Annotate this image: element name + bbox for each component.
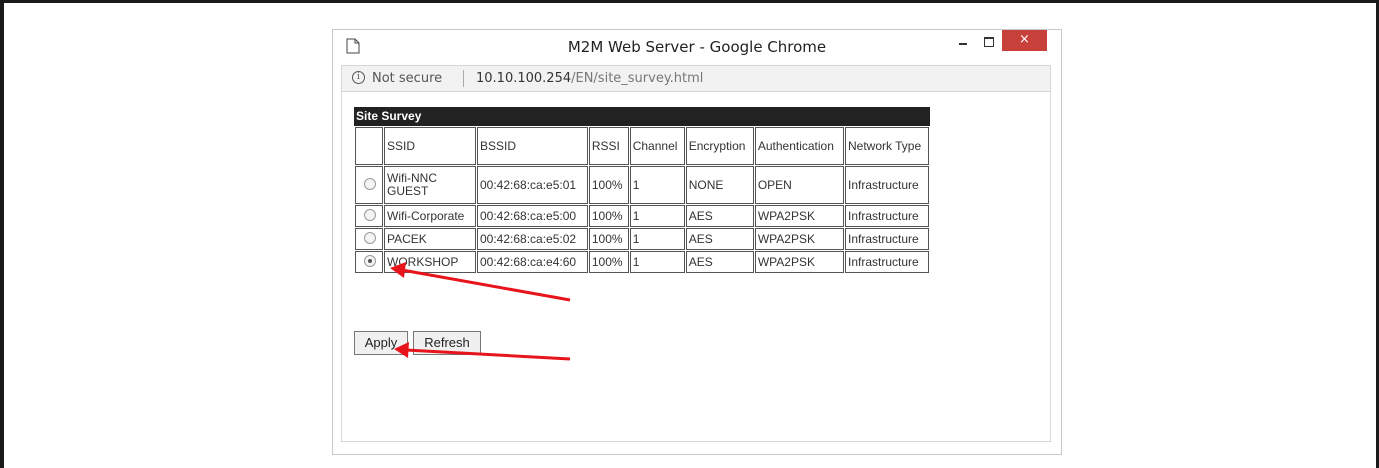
cell-encryption: NONE [685, 166, 754, 204]
cell-network-type: Infrastructure [845, 228, 929, 250]
browser-window: M2M Web Server - Google Chrome × i Not s… [332, 29, 1062, 455]
row-select[interactable] [355, 166, 383, 204]
column-header-network-type: Network Type [845, 127, 929, 165]
row-select[interactable] [355, 228, 383, 250]
column-header-channel: Channel [629, 127, 685, 165]
cell-bssid: 00:42:68:ca:e5:02 [477, 228, 588, 250]
cell-ssid: PACEK [384, 228, 476, 250]
cell-authentication: OPEN [754, 166, 844, 204]
address-bar[interactable]: i Not secure 10.10.100.254/EN/site_surve… [341, 65, 1051, 92]
column-header-authentication: Authentication [754, 127, 844, 165]
column-header-ssid: SSID [384, 127, 476, 165]
cell-network-type: Infrastructure [845, 205, 929, 227]
refresh-button[interactable]: Refresh [413, 331, 481, 355]
close-icon: × [1019, 32, 1030, 47]
row-select[interactable] [355, 251, 383, 273]
table-row[interactable]: Wifi-NNC GUEST 00:42:68:ca:e5:01 100% 1 … [355, 166, 929, 204]
cell-encryption: AES [685, 228, 754, 250]
cell-bssid: 00:42:68:ca:e5:01 [477, 166, 588, 204]
security-label[interactable]: Not secure [372, 71, 442, 86]
cell-rssi: 100% [588, 251, 629, 273]
minimize-icon [959, 43, 967, 45]
cell-bssid: 00:42:68:ca:e5:00 [477, 205, 588, 227]
row-select[interactable] [355, 205, 383, 227]
site-survey-table: SSID BSSID RSSI Channel Encryption Authe… [354, 126, 930, 274]
apply-button[interactable]: Apply [354, 331, 408, 355]
url-text[interactable]: 10.10.100.254/EN/site_survey.html [476, 71, 703, 86]
maximize-button[interactable] [975, 30, 1003, 52]
cell-bssid: 00:42:68:ca:e4:60 [477, 251, 588, 273]
cell-channel: 1 [629, 166, 685, 204]
cell-encryption: AES [685, 205, 754, 227]
network-radio[interactable] [364, 208, 376, 221]
info-icon[interactable]: i [352, 71, 365, 84]
table-row[interactable]: PACEK 00:42:68:ca:e5:02 100% 1 AES WPA2P… [355, 228, 929, 250]
cell-channel: 1 [629, 205, 685, 227]
cell-rssi: 100% [588, 166, 629, 204]
cell-rssi: 100% [588, 228, 629, 250]
network-radio[interactable] [364, 254, 376, 267]
cell-authentication: WPA2PSK [754, 205, 844, 227]
network-radio[interactable] [364, 177, 376, 190]
url-host: 10.10.100.254 [476, 71, 572, 86]
title-bar: M2M Web Server - Google Chrome × [333, 30, 1061, 64]
url-path: /EN/site_survey.html [571, 71, 704, 86]
site-survey-title: Site Survey [354, 107, 930, 126]
maximize-icon [984, 37, 994, 47]
cell-ssid: Wifi-Corporate [384, 205, 476, 227]
page-content: Site Survey SSID BSSID RSSI Channel Encr… [341, 92, 1051, 442]
cell-ssid: Wifi-NNC GUEST [384, 166, 476, 204]
cell-channel: 1 [629, 228, 685, 250]
cell-authentication: WPA2PSK [754, 251, 844, 273]
table-row[interactable]: Wifi-Corporate 00:42:68:ca:e5:00 100% 1 … [355, 205, 929, 227]
table-row[interactable]: WORKSHOP 00:42:68:ca:e4:60 100% 1 AES WP… [355, 251, 929, 273]
minimize-button[interactable] [949, 30, 977, 52]
cell-rssi: 100% [588, 205, 629, 227]
table-header-row: SSID BSSID RSSI Channel Encryption Authe… [355, 127, 929, 165]
cell-network-type: Infrastructure [845, 166, 929, 204]
cell-channel: 1 [629, 251, 685, 273]
column-header-encryption: Encryption [685, 127, 754, 165]
column-header-select [355, 127, 383, 165]
address-separator [463, 70, 464, 87]
cell-ssid: WORKSHOP [384, 251, 476, 273]
cell-network-type: Infrastructure [845, 251, 929, 273]
cell-authentication: WPA2PSK [754, 228, 844, 250]
close-button[interactable]: × [1002, 30, 1047, 51]
cell-encryption: AES [685, 251, 754, 273]
network-radio[interactable] [364, 231, 376, 244]
column-header-rssi: RSSI [588, 127, 629, 165]
column-header-bssid: BSSID [477, 127, 588, 165]
